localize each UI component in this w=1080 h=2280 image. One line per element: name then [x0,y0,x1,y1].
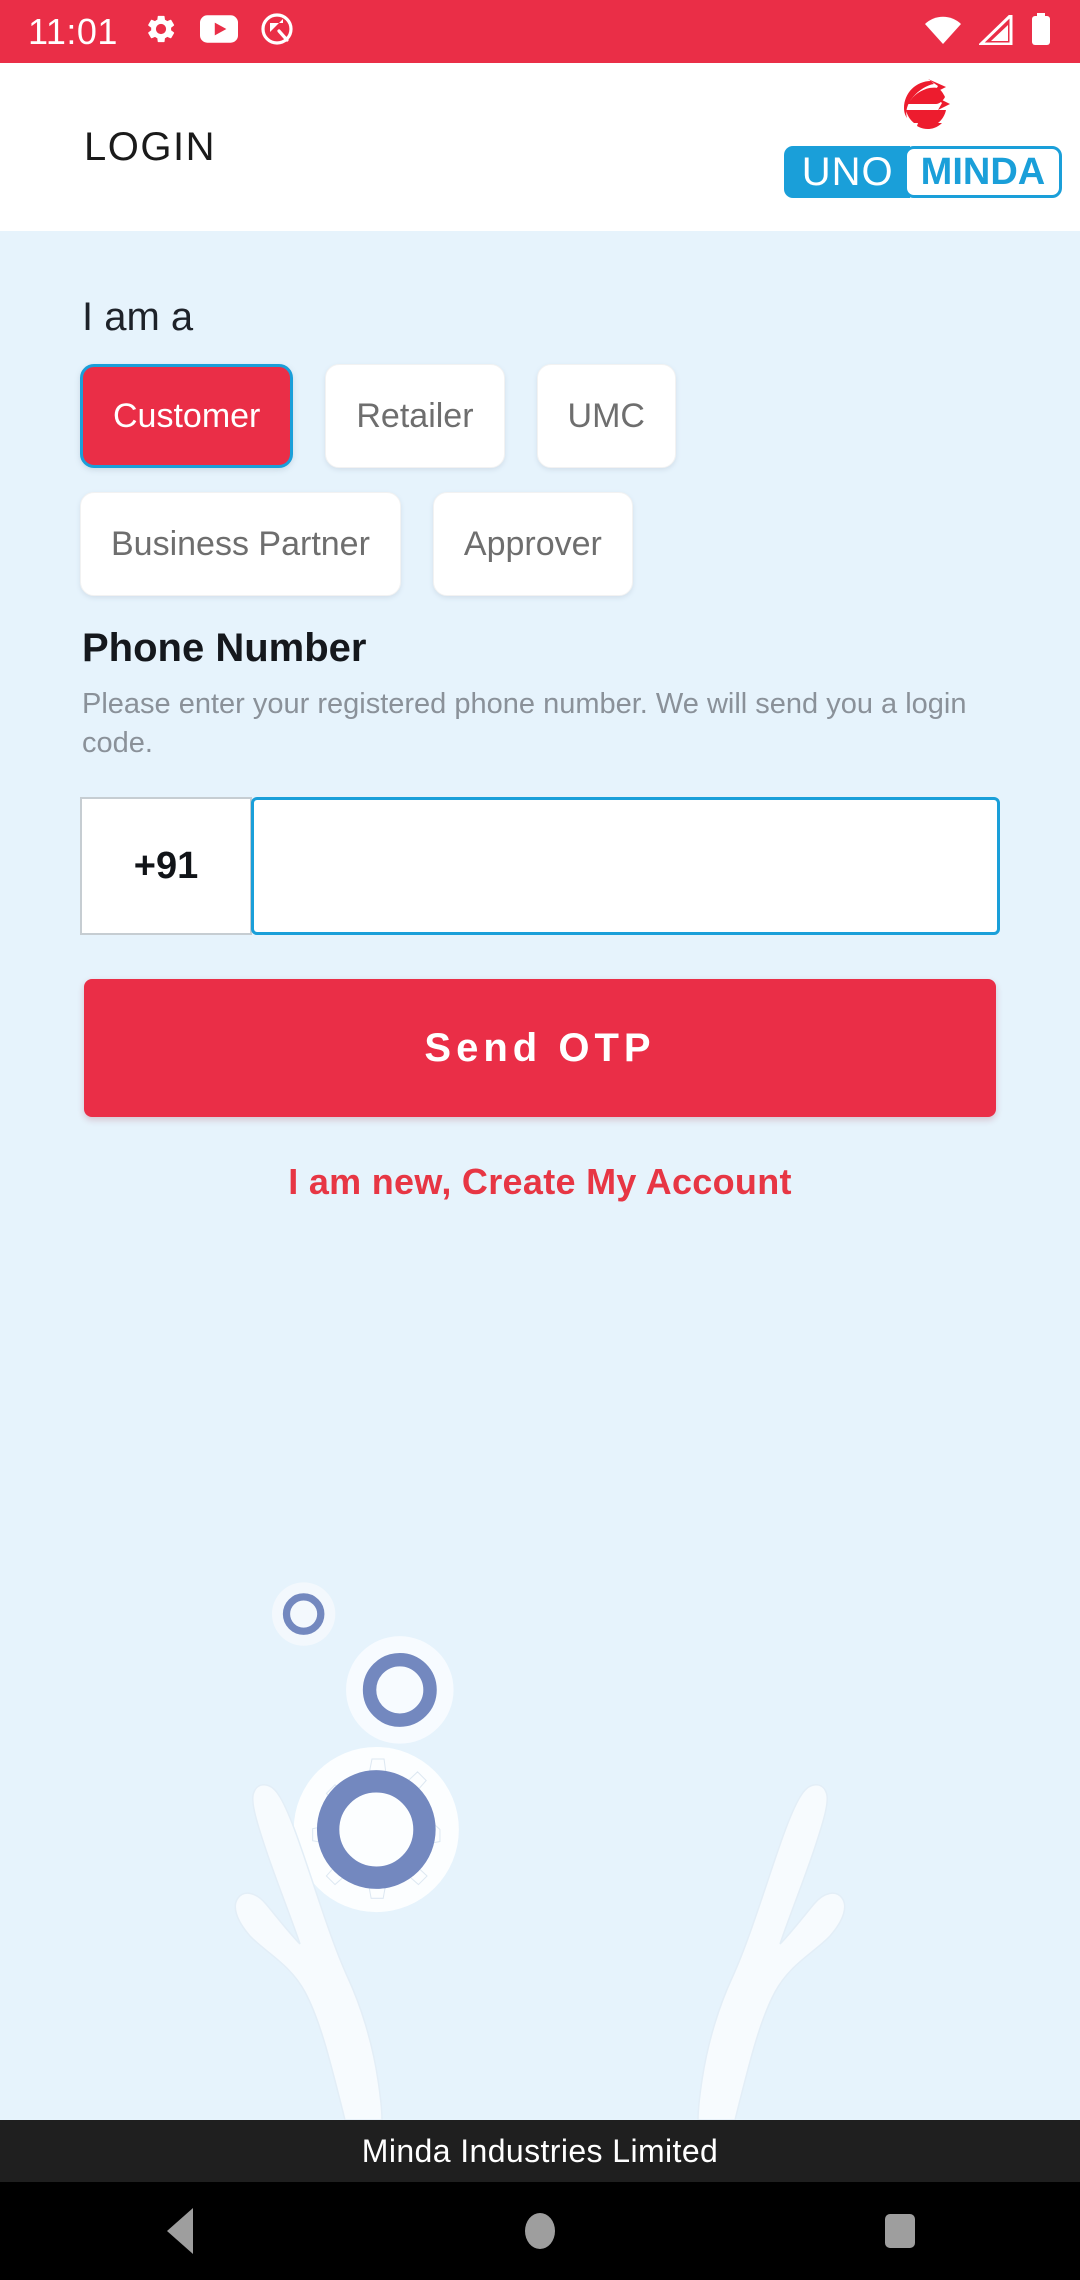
create-account-link[interactable]: I am new, Create My Account [0,1161,1080,1203]
send-otp-button[interactable]: Send OTP [84,979,996,1118]
role-chip-business-partner[interactable]: Business Partner [80,492,401,596]
battery-icon [1030,13,1052,50]
role-chip-customer[interactable]: Customer [80,364,294,468]
phone-screen: 11:01 LOGIN UNO MINDA I am a Customer Re… [0,0,1080,2280]
android-navigation-bar [0,2182,1080,2280]
status-bar-notification-icons [144,12,294,51]
role-chip-label: UMC [567,396,645,435]
role-section-label: I am a [82,295,194,339]
circle-q-icon [260,12,294,51]
globe-swoosh-icon [890,75,956,144]
home-button[interactable] [450,2182,630,2280]
brand-wordmark: UNO MINDA [783,146,1063,198]
role-chip-label: Business Partner [111,524,370,563]
hands-shape [234,1784,846,2120]
cellular-signal-icon [977,11,1013,50]
status-bar: 11:01 [0,0,1080,63]
phone-number-help-text: Please enter your registered phone numbe… [82,688,967,760]
role-chip-label: Retailer [356,396,474,435]
app-bar: LOGIN UNO MINDA [0,63,1080,231]
role-chip-label: Customer [113,396,261,435]
role-chip-umc[interactable]: UMC [536,364,676,468]
brand-minda-text: MINDA [903,146,1063,198]
role-chip-row-2: Business Partner Approver [80,492,1080,596]
wifi-icon [924,15,962,50]
gear-small [271,1582,336,1646]
footer-company-bar: Minda Industries Limited [0,2120,1080,2182]
brand-uno-text: UNO [783,146,910,198]
home-circle-icon [525,2213,555,2249]
phone-number-label: Phone Number [82,626,367,670]
role-chip-row-1: Customer Retailer UMC [80,364,1080,468]
back-button[interactable] [90,2182,270,2280]
recents-square-icon [885,2214,915,2248]
gear-large [293,1746,459,1913]
uno-minda-logo: UNO MINDA [783,75,1063,198]
gear-icon [144,12,178,51]
role-chip-label: Approver [463,524,602,563]
phone-number-field-group: +91 [80,797,1000,936]
phone-number-input[interactable] [251,797,1000,936]
back-triangle-icon [167,2208,193,2254]
status-bar-clock: 11:01 [28,10,118,52]
status-bar-system-icons [924,11,1052,50]
page-title: LOGIN [84,124,216,169]
role-chip-approver[interactable]: Approver [432,492,633,596]
recents-button[interactable] [810,2182,990,2280]
login-form-area: I am a Customer Retailer UMC Business Pa… [0,231,1080,2120]
role-chip-retailer[interactable]: Retailer [325,364,505,468]
hands-holding-gears-illustration [234,1582,846,2120]
youtube-icon [199,15,238,48]
gear-medium [346,1636,454,1744]
country-code-box[interactable]: +91 [80,797,252,936]
